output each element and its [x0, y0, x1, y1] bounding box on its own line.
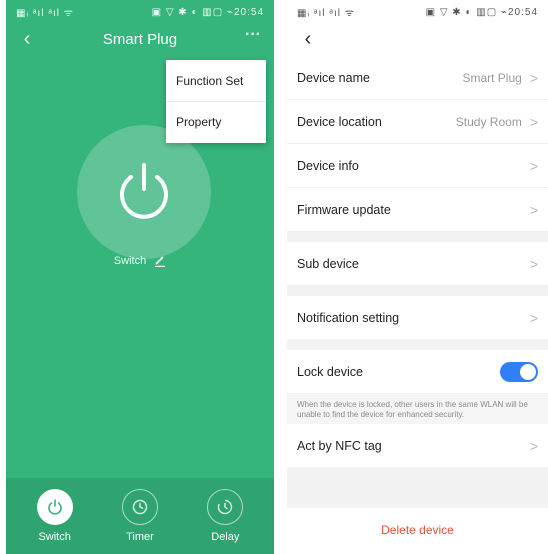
section-divider: [287, 340, 548, 350]
tab-delay[interactable]: Delay: [190, 489, 260, 543]
row-device-info[interactable]: Device info >: [287, 144, 548, 188]
back-button[interactable]: ‹: [297, 28, 319, 50]
switch-name-row: Switch: [6, 255, 274, 267]
section-divider: [287, 286, 548, 296]
delay-clock-icon: [218, 499, 233, 515]
row-sub-device[interactable]: Sub device >: [287, 242, 548, 286]
more-menu-button[interactable]: ···: [242, 27, 264, 50]
menu-item-property[interactable]: Property: [166, 101, 266, 142]
row-act-by-nfc[interactable]: Act by NFC tag >: [287, 424, 548, 468]
row-lock-device: Lock device: [287, 350, 548, 394]
device-name-value-wrap: Smart Plug >: [462, 70, 538, 86]
row-firmware-update[interactable]: Firmware update >: [287, 188, 548, 232]
status-left: ▦ᵢ ᵃıl ᵃıl ᯤ: [16, 8, 74, 19]
device-location-value-wrap: Study Room >: [456, 114, 538, 130]
smart-plug-control-screen: ▦ᵢ ᵃıl ᵃıl ᯤ ▣ ▽ ✱ ◐ ▥▢ ⌁20:54 ‹ Smart P…: [6, 0, 274, 554]
tab-timer-label: Timer: [126, 531, 154, 543]
device-name-label: Device name: [297, 70, 370, 85]
act-by-nfc-label: Act by NFC tag: [297, 438, 382, 453]
bottom-tab-bar: Switch Timer Delay: [6, 478, 274, 554]
row-notification-setting[interactable]: Notification setting >: [287, 296, 548, 340]
chevron-right-icon: >: [529, 113, 538, 130]
footer-spacer: [287, 468, 548, 508]
lock-device-toggle[interactable]: [500, 361, 538, 382]
device-name-value: Smart Plug: [462, 70, 522, 85]
chevron-right-icon: >: [529, 201, 538, 218]
chevron-right-icon: >: [529, 437, 538, 454]
page-title: Smart Plug: [102, 30, 178, 48]
status-right: ▣ ▽ ✱ ◐ ▥▢ ⌁20:54: [151, 6, 264, 18]
back-button[interactable]: ‹: [16, 28, 38, 50]
chevron-right-icon: >: [529, 255, 538, 272]
switch-name-label: Switch: [113, 255, 147, 267]
lock-device-label: Lock device: [297, 364, 364, 379]
chevron-right-icon: >: [529, 157, 538, 174]
device-location-value: Study Room: [455, 114, 522, 129]
switch-tab-circle: [36, 489, 73, 525]
power-toggle-button[interactable]: [77, 125, 211, 259]
timer-tab-circle: [121, 489, 158, 525]
notification-setting-label: Notification setting: [297, 310, 400, 325]
chevron-right-icon: >: [529, 309, 538, 326]
overflow-menu: Function Set Property: [166, 60, 266, 143]
toggle-knob: [520, 363, 536, 380]
firmware-update-label: Firmware update: [297, 202, 391, 217]
row-device-location[interactable]: Device location Study Room >: [287, 100, 548, 144]
status-right: ▣ ▽ ✱ ◐ ▥▢ ⌁20:54: [425, 6, 538, 18]
edit-pencil-icon[interactable]: [154, 255, 166, 267]
menu-item-function-set[interactable]: Function Set: [166, 60, 266, 101]
device-location-label: Device location: [297, 114, 382, 129]
row-device-name[interactable]: Device name Smart Plug >: [287, 56, 548, 100]
sub-device-label: Sub device: [297, 256, 359, 271]
device-settings-screen: ▦ᵢ ᵃıl ᵃıl ᯤ ▣ ▽ ✱ ◐ ▥▢ ⌁20:54 ‹ Device …: [287, 0, 548, 554]
delay-tab-circle: [207, 489, 244, 525]
tab-timer[interactable]: Timer: [105, 489, 175, 543]
status-bar: ▦ᵢ ᵃıl ᵃıl ᯤ ▣ ▽ ✱ ◐ ▥▢ ⌁20:54: [6, 0, 274, 24]
tab-delay-label: Delay: [211, 531, 240, 543]
clock-icon: [132, 499, 148, 515]
section-divider: [287, 232, 548, 242]
tab-switch-label: Switch: [38, 531, 71, 543]
chevron-right-icon: >: [529, 69, 538, 86]
top-bar: ‹: [287, 24, 548, 54]
delete-device-button[interactable]: Delete device: [287, 508, 548, 552]
tab-switch[interactable]: Switch: [20, 489, 90, 543]
status-bar: ▦ᵢ ᵃıl ᵃıl ᯤ ▣ ▽ ✱ ◐ ▥▢ ⌁20:54: [287, 0, 548, 24]
device-info-label: Device info: [297, 158, 359, 173]
status-left: ▦ᵢ ᵃıl ᵃıl ᯤ: [297, 8, 355, 19]
power-icon: [47, 499, 62, 515]
delete-device-label: Delete device: [381, 523, 454, 537]
lock-device-note: When the device is locked, other users i…: [287, 394, 548, 424]
settings-list: Device name Smart Plug > Device location…: [287, 56, 548, 552]
top-bar: ‹ Smart Plug ···: [6, 24, 274, 54]
power-icon: [120, 163, 168, 219]
